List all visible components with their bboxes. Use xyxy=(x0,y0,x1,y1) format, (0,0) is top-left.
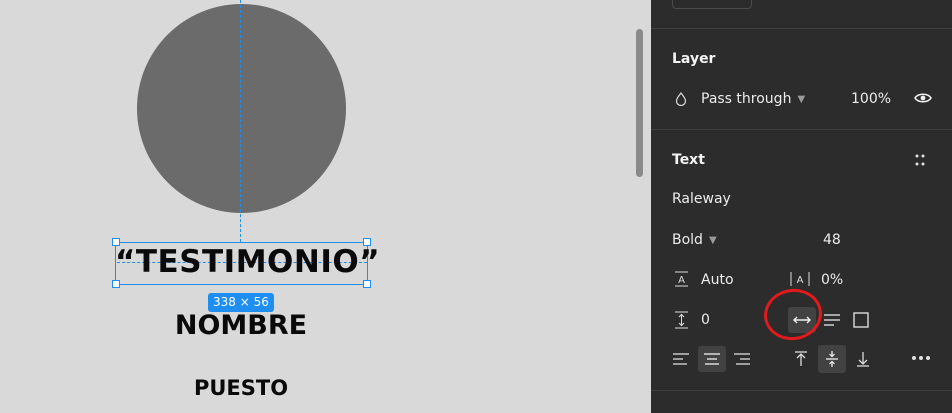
font-size-field[interactable]: 48 xyxy=(823,232,841,248)
name-text[interactable]: NOMBRE xyxy=(140,310,342,341)
more-icon[interactable] xyxy=(910,352,932,364)
resize-handle-top-left[interactable] xyxy=(112,238,120,246)
letter-spacing-icon: A xyxy=(790,271,810,287)
center-guide-vertical xyxy=(240,0,241,242)
font-family-select[interactable]: Raleway xyxy=(672,191,731,207)
blend-mode-select[interactable]: Pass through ▼ xyxy=(701,91,805,107)
photo-placeholder-circle[interactable] xyxy=(137,4,346,213)
top-control[interactable] xyxy=(672,0,752,9)
resize-handle-top-right[interactable] xyxy=(363,238,371,246)
fixed-size-icon[interactable] xyxy=(852,311,870,329)
auto-height-icon[interactable] xyxy=(823,311,841,329)
paragraph-spacing-field[interactable]: 0 xyxy=(701,312,710,328)
align-center-icon[interactable] xyxy=(698,346,726,372)
design-canvas[interactable]: “TESTIMONIO” 338 × 56 NOMBRE PUESTO xyxy=(0,0,651,413)
divider xyxy=(651,390,952,391)
chevron-down-icon: ▼ xyxy=(797,93,806,105)
layer-heading: Layer xyxy=(672,51,716,67)
align-middle-icon[interactable] xyxy=(818,345,846,373)
canvas-scrollbar[interactable] xyxy=(636,29,643,177)
svg-text:A: A xyxy=(678,275,685,286)
font-weight-value: Bold xyxy=(672,232,703,248)
resize-handle-bottom-left[interactable] xyxy=(112,280,120,288)
chevron-down-icon: ▼ xyxy=(708,234,717,246)
align-bottom-icon[interactable] xyxy=(854,350,872,368)
headline-text[interactable]: “TESTIMONIO” xyxy=(115,241,380,283)
divider xyxy=(651,129,952,130)
line-height-field[interactable]: Auto xyxy=(701,272,734,288)
drop-icon xyxy=(674,91,688,107)
svg-text:A: A xyxy=(797,275,804,286)
divider xyxy=(651,28,952,29)
font-weight-select[interactable]: Bold ▼ xyxy=(672,232,717,248)
role-text[interactable]: PUESTO xyxy=(140,376,342,400)
grid-dots-icon[interactable] xyxy=(914,153,926,167)
opacity-field[interactable]: 100% xyxy=(851,91,891,107)
letter-spacing-field[interactable]: 0% xyxy=(821,272,843,288)
paragraph-spacing-icon xyxy=(673,311,689,329)
text-heading: Text xyxy=(672,152,705,168)
align-left-icon[interactable] xyxy=(671,350,691,368)
properties-panel: Layer Pass through ▼ 100% Text Raleway B… xyxy=(651,0,952,413)
blend-mode-value: Pass through xyxy=(701,91,792,107)
align-right-icon[interactable] xyxy=(732,350,752,368)
resize-handle-bottom-right[interactable] xyxy=(363,280,371,288)
line-height-icon: A xyxy=(673,271,689,287)
align-top-icon[interactable] xyxy=(792,350,810,368)
eye-icon[interactable] xyxy=(913,90,933,106)
